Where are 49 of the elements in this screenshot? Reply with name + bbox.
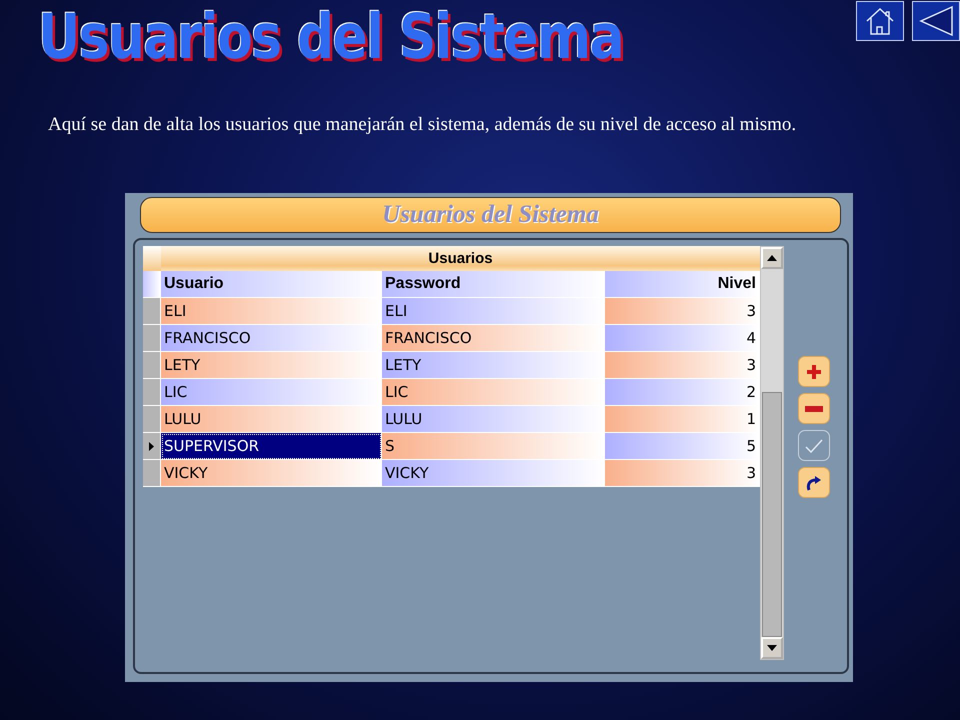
refresh-button[interactable] — [798, 467, 830, 498]
header-indicator — [143, 271, 161, 298]
column-header[interactable]: Nivel — [605, 271, 760, 298]
table-cell: 3 — [605, 352, 760, 379]
scroll-down-icon[interactable] — [767, 645, 777, 651]
check-icon — [805, 438, 823, 452]
table-cell: SUPERVISOR — [161, 433, 382, 460]
current-row-icon — [149, 442, 154, 450]
back-button[interactable] — [912, 1, 960, 41]
house-icon — [864, 6, 896, 36]
table-cell: 3 — [605, 460, 760, 487]
row-indicator — [143, 379, 161, 406]
table-cell: FRANCISCO — [382, 325, 605, 352]
back-triangle-icon — [918, 5, 954, 37]
caption-indicator — [143, 246, 161, 271]
table-cell: 1 — [605, 406, 760, 433]
row-indicator — [143, 298, 161, 325]
add-button[interactable] — [798, 356, 830, 387]
table-cell: VICKY — [382, 460, 605, 487]
slide-title: Usuarios del Sistema — [38, 6, 623, 68]
table-cell: 5 — [605, 433, 760, 460]
redo-arrow-icon — [806, 474, 822, 490]
description-text: Aquí se dan de alta los usuarios que manejarán el sistema, además de su nivel de acceso al mismo. — [48, 113, 798, 137]
table-cell: ELI — [382, 298, 605, 325]
row-indicator — [143, 325, 161, 352]
minus-icon — [805, 406, 823, 412]
table-cell: ELI — [161, 298, 382, 325]
table-cell: 3 — [605, 298, 760, 325]
table-cell: LIC — [382, 379, 605, 406]
table-cell: LULU — [161, 406, 382, 433]
column-header[interactable]: Usuario — [161, 271, 382, 298]
home-button[interactable] — [856, 1, 904, 41]
table-cell: LULU — [382, 406, 605, 433]
scrollbar[interactable] — [760, 246, 784, 660]
plus-icon — [806, 364, 822, 380]
table-cell: 2 — [605, 379, 760, 406]
table-cell: LETY — [161, 352, 382, 379]
table-cell: S — [382, 433, 605, 460]
table-cell: VICKY — [161, 460, 382, 487]
row-indicator — [143, 352, 161, 379]
column-header[interactable]: Password — [382, 271, 605, 298]
table-cell: 4 — [605, 325, 760, 352]
table-cell: LETY — [382, 352, 605, 379]
app-header: Usuarios del Sistema — [140, 197, 841, 233]
grid-caption: Usuarios — [161, 246, 760, 271]
table-cell: FRANCISCO — [161, 325, 382, 352]
remove-button[interactable] — [798, 393, 830, 424]
table-cell: LIC — [161, 379, 382, 406]
scroll-up-icon[interactable] — [767, 255, 777, 261]
